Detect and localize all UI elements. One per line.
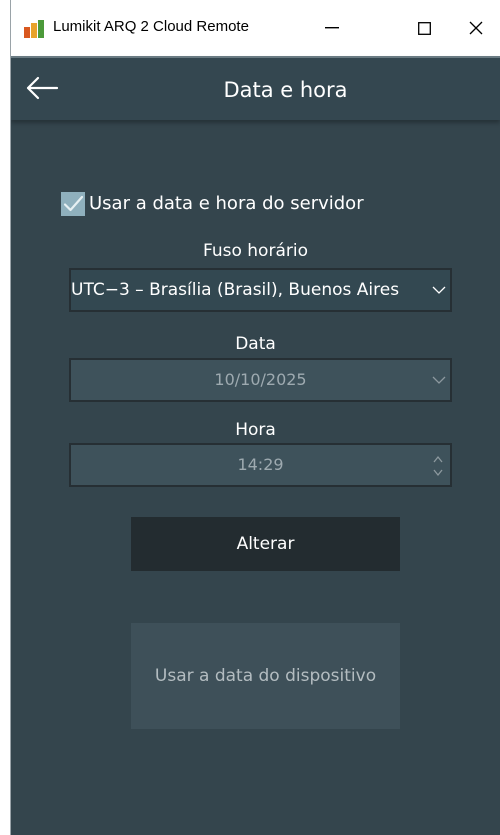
- checkmark-icon: [63, 195, 84, 212]
- use-server-time-checkbox[interactable]: Usar a data e hora do servidor: [61, 191, 364, 217]
- spinner-arrows-icon[interactable]: [432, 453, 444, 479]
- apply-button[interactable]: Alterar: [131, 517, 400, 571]
- use-device-date-button: Usar a data do dispositivo: [131, 623, 400, 729]
- page-header: Data e hora: [11, 56, 500, 120]
- chevron-down-icon: [432, 286, 446, 294]
- app-icon: [24, 20, 44, 38]
- close-icon: [469, 21, 483, 35]
- app-window: Lumikit ARQ 2 Cloud Remote Data e hora U…: [10, 0, 500, 835]
- use-server-time-label: Usar a data e hora do servidor: [89, 193, 364, 214]
- time-value: 14:29: [237, 455, 284, 474]
- timezone-value: UTC−3 – Brasília (Brasil), Buenos Aires: [71, 280, 400, 300]
- timezone-label: Fuso horário: [203, 241, 308, 261]
- timezone-select[interactable]: UTC−3 – Brasília (Brasil), Buenos Aires: [69, 268, 452, 312]
- date-value: 10/10/2025: [214, 370, 307, 389]
- close-button[interactable]: [452, 0, 500, 56]
- page-title: Data e hora: [223, 78, 348, 102]
- maximize-icon: [417, 21, 431, 35]
- date-picker[interactable]: 10/10/2025: [69, 358, 452, 402]
- date-label: Data: [235, 334, 276, 354]
- title-bar: Lumikit ARQ 2 Cloud Remote: [11, 0, 500, 56]
- chevron-down-icon: [432, 376, 446, 384]
- time-picker[interactable]: 14:29: [69, 443, 452, 487]
- time-label: Hora: [235, 420, 276, 440]
- window-title: Lumikit ARQ 2 Cloud Remote: [53, 18, 249, 35]
- checkbox-box[interactable]: [61, 192, 85, 216]
- minimize-button[interactable]: [304, 0, 360, 56]
- minimize-icon: [325, 27, 339, 29]
- maximize-button[interactable]: [398, 0, 450, 56]
